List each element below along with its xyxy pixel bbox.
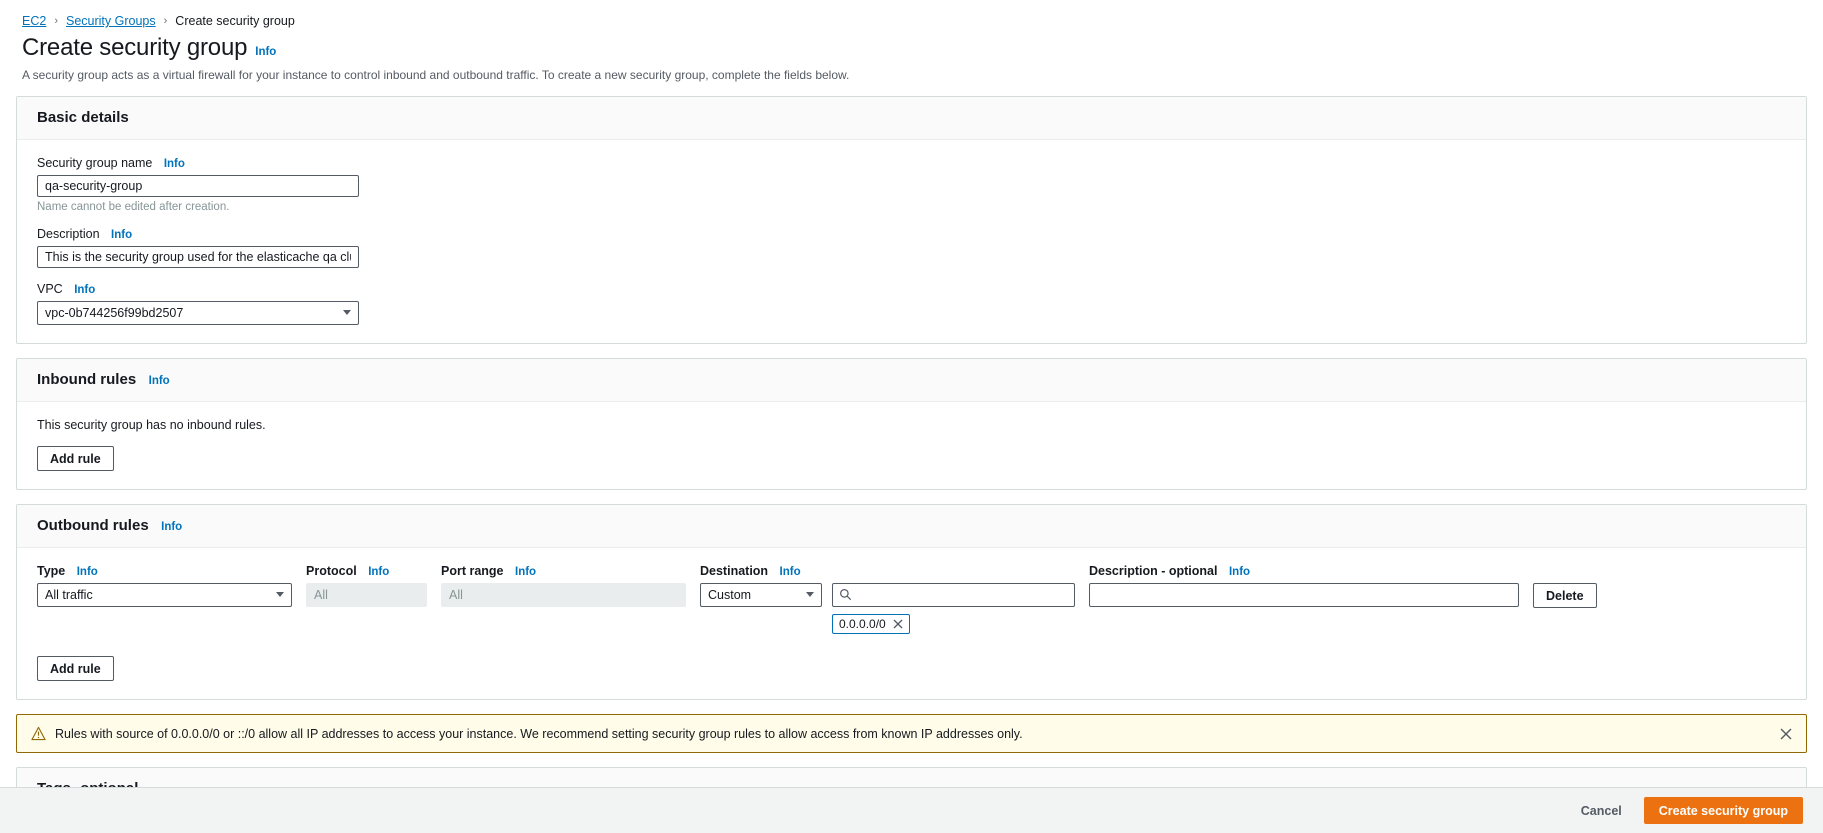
inbound-rules-info-link[interactable]: Info — [149, 375, 170, 387]
warning-icon — [31, 726, 46, 741]
vpc-label-text: VPC — [37, 282, 63, 296]
rule-destination-select[interactable]: Custom — [700, 583, 822, 607]
column-header-destination-text: Destination — [700, 564, 769, 578]
type-info-link[interactable]: Info — [77, 566, 98, 578]
basic-details-title: Basic details — [37, 109, 129, 126]
rule-destination-search-wrap — [832, 583, 1075, 607]
description-optional-info-link[interactable]: Info — [1229, 566, 1250, 578]
security-group-name-input[interactable] — [37, 175, 359, 197]
rule-description-input[interactable] — [1089, 583, 1519, 607]
description-label-text: Description — [37, 227, 100, 241]
outbound-rules-header: Outbound rules Info — [17, 505, 1806, 548]
column-header-protocol-text: Protocol — [306, 564, 357, 578]
outbound-add-rule-wrap: Add rule — [37, 656, 1786, 681]
description-label: Description Info — [37, 227, 1786, 241]
destination-info-link[interactable]: Info — [780, 566, 801, 578]
rule-destination-cell: Custom 0.0.0.0/0 — [700, 583, 1075, 634]
outbound-rules-column-headers: Type Info Protocol Info Port range Info … — [37, 564, 1786, 583]
vpc-select-wrap: vpc-0b744256f99bd2507 — [37, 301, 359, 325]
cancel-button[interactable]: Cancel — [1569, 804, 1634, 818]
description-input[interactable] — [37, 246, 359, 268]
outbound-add-rule-button[interactable]: Add rule — [37, 656, 114, 681]
rule-destination-search-input[interactable] — [832, 583, 1075, 607]
breadcrumb-item-security-groups[interactable]: Security Groups — [66, 14, 156, 28]
rule-destination-select-wrap: Custom — [700, 583, 822, 607]
breadcrumb-separator-icon: › — [163, 15, 168, 27]
port-range-info-link[interactable]: Info — [515, 566, 536, 578]
rule-destination-row: Custom — [700, 583, 1075, 607]
rule-type-select[interactable]: All traffic — [37, 583, 292, 607]
warning-alert-text: Rules with source of 0.0.0.0/0 or ::/0 a… — [55, 726, 1023, 741]
rule-type-select-wrap: All traffic — [37, 583, 292, 607]
outbound-rules-info-link[interactable]: Info — [161, 521, 182, 533]
column-header-description-text: Description - optional — [1089, 564, 1218, 578]
security-group-name-label-text: Security group name — [37, 156, 153, 170]
destination-token-label: 0.0.0.0/0 — [839, 617, 886, 631]
vpc-field: VPC Info vpc-0b744256f99bd2507 — [37, 282, 1786, 325]
inbound-rules-body: This security group has no inbound rules… — [17, 402, 1806, 489]
rule-port-range-cell: All — [441, 583, 686, 607]
security-group-name-label: Security group name Info — [37, 156, 1786, 170]
rule-protocol-input: All — [306, 583, 427, 607]
breadcrumb: EC2 › Security Groups › Create security … — [0, 0, 1823, 30]
create-security-group-button[interactable]: Create security group — [1643, 797, 1803, 824]
destination-token-chip[interactable]: 0.0.0.0/0 — [832, 614, 910, 634]
rule-port-range-input: All — [441, 583, 686, 607]
description-info-link[interactable]: Info — [111, 229, 132, 241]
page-description: A security group acts as a virtual firew… — [22, 68, 850, 82]
delete-rule-button[interactable]: Delete — [1533, 583, 1597, 608]
breadcrumb-item-current: Create security group — [175, 14, 295, 28]
vpc-info-link[interactable]: Info — [74, 284, 95, 296]
inbound-rules-title: Inbound rules — [37, 371, 137, 388]
page-title-info-link[interactable]: Info — [255, 46, 276, 58]
outbound-rules-body: Type Info Protocol Info Port range Info … — [17, 548, 1806, 699]
inbound-rules-container: Inbound rules Info This security group h… — [16, 358, 1807, 490]
column-header-port-range: Port range Info — [441, 564, 686, 578]
vpc-label: VPC Info — [37, 282, 1786, 296]
security-group-name-info-link[interactable]: Info — [164, 158, 185, 170]
warning-alert: Rules with source of 0.0.0.0/0 or ::/0 a… — [16, 714, 1807, 753]
rule-actions-cell: Delete — [1533, 583, 1597, 608]
basic-details-container: Basic details Security group name Info N… — [16, 96, 1807, 344]
breadcrumb-item-ec2[interactable]: EC2 — [22, 14, 46, 28]
column-header-type-text: Type — [37, 564, 66, 578]
security-group-name-hint: Name cannot be edited after creation. — [37, 201, 230, 213]
page-header: Create security group Info A security gr… — [0, 30, 1823, 82]
rule-type-cell: All traffic — [37, 583, 292, 607]
page-title: Create security group — [22, 34, 248, 61]
column-header-type: Type Info — [37, 564, 292, 578]
basic-details-body: Security group name Info Name cannot be … — [17, 140, 1806, 343]
outbound-rules-container: Outbound rules Info Type Info Protocol I… — [16, 504, 1807, 700]
inbound-rules-empty-text: This security group has no inbound rules… — [37, 418, 266, 432]
inbound-add-rule-button[interactable]: Add rule — [37, 446, 114, 471]
column-header-protocol: Protocol Info — [306, 564, 427, 578]
close-icon[interactable] — [893, 619, 903, 629]
create-security-group-page: EC2 › Security Groups › Create security … — [0, 0, 1823, 833]
outbound-rules-title: Outbound rules — [37, 517, 149, 534]
breadcrumb-separator-icon: › — [54, 15, 58, 27]
security-group-name-field: Security group name Info Name cannot be … — [37, 156, 1786, 213]
basic-details-header: Basic details — [17, 97, 1806, 140]
vpc-select[interactable]: vpc-0b744256f99bd2507 — [37, 301, 359, 325]
rule-description-cell — [1089, 583, 1519, 607]
close-icon[interactable] — [1779, 727, 1793, 741]
form-footer: Cancel Create security group — [0, 787, 1823, 833]
column-header-port-range-text: Port range — [441, 564, 504, 578]
outbound-rule-row: All traffic All All Custom 0.0.0.0/0 Del… — [37, 583, 1786, 634]
inbound-rules-header: Inbound rules Info — [17, 359, 1806, 402]
column-header-description: Description - optional Info — [1089, 564, 1519, 578]
rule-protocol-cell: All — [306, 583, 427, 607]
protocol-info-link[interactable]: Info — [368, 566, 389, 578]
column-header-destination: Destination Info — [700, 564, 1075, 578]
description-field: Description Info — [37, 227, 1786, 268]
